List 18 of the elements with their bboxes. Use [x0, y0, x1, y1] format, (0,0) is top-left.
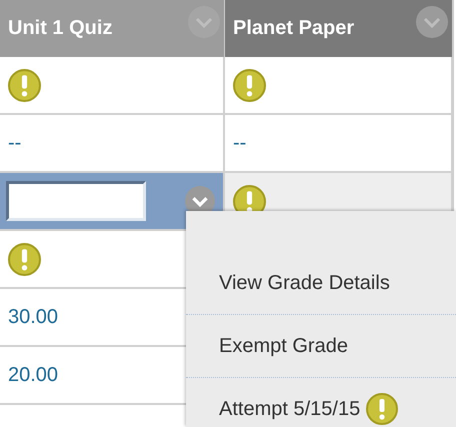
exclamation-icon — [233, 68, 266, 102]
grade-value: 30.00 — [8, 306, 58, 328]
grade-cell[interactable]: -- — [225, 115, 453, 173]
grade-value: -- — [233, 132, 246, 154]
grade-input[interactable] — [6, 181, 146, 221]
grade-value: 20.00 — [8, 364, 58, 386]
exclamation-icon — [8, 68, 41, 102]
grade-cell[interactable] — [0, 173, 225, 231]
grade-cell[interactable] — [225, 57, 453, 115]
menu-item[interactable]: Exempt Grade — [186, 315, 456, 378]
exclamation-icon — [8, 242, 41, 276]
grade-value: -- — [8, 132, 22, 154]
chevron-down-icon[interactable] — [416, 6, 448, 38]
column-header[interactable]: Planet Paper — [225, 0, 453, 57]
menu-item[interactable]: View Grade Details — [186, 252, 456, 315]
grade-cell[interactable]: -- — [0, 115, 225, 173]
exclamation-icon — [366, 393, 398, 425]
grade-cell[interactable] — [0, 57, 225, 115]
